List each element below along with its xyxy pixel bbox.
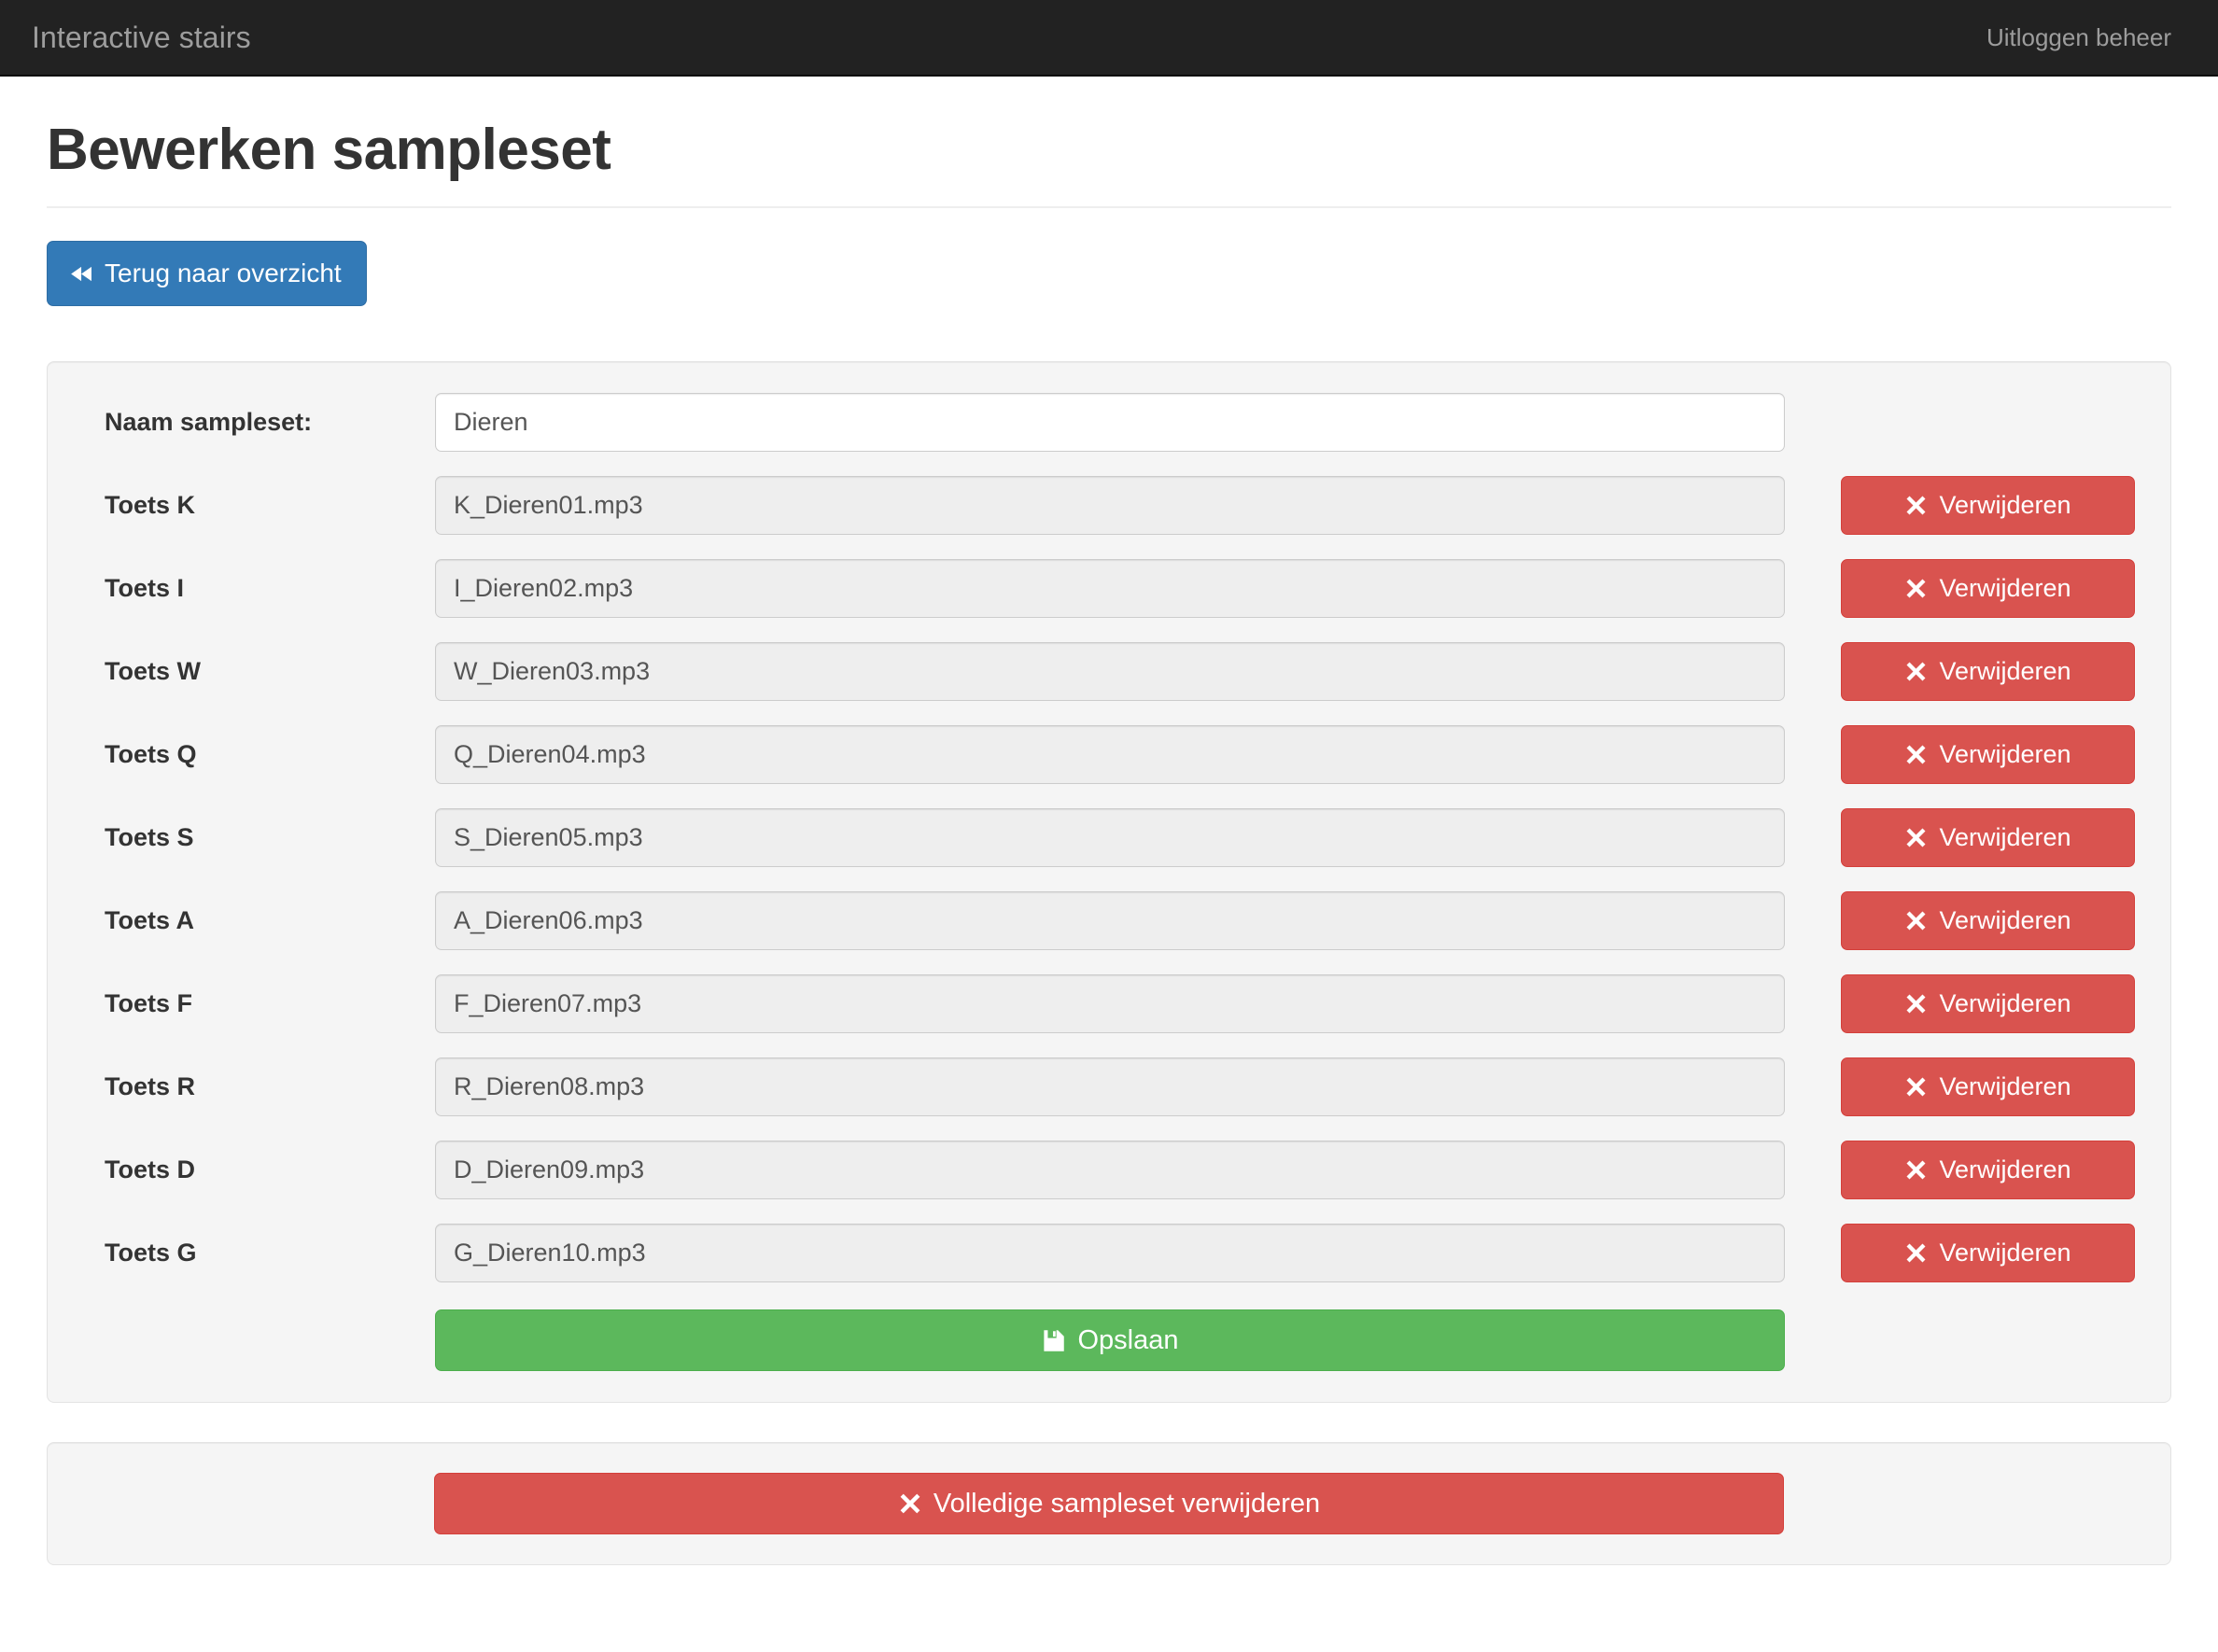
save-button[interactable]: Opslaan [435,1309,1785,1371]
save-row-spacer [80,1309,435,1371]
navbar-brand[interactable]: Interactive stairs [17,22,266,52]
delete-entire-sampleset-button[interactable]: Volledige sampleset verwijderen [434,1473,1784,1534]
main-container: Bewerken sampleset Terug naar overzicht … [0,77,2218,1565]
sample-key-label: Toets K [80,491,435,520]
sample-row: Toets S Verwijderen [80,808,2138,867]
page-title: Bewerken sampleset [47,119,2171,180]
floppy-save-icon [1041,1328,1066,1353]
save-row: Opslaan [80,1309,2138,1371]
back-to-overview-button[interactable]: Terug naar overzicht [47,241,367,306]
times-icon [1904,909,1928,932]
sample-row: Toets K Verwijderen [80,476,2138,535]
sample-key-label: Toets S [80,823,435,852]
times-icon [1904,1075,1928,1099]
times-icon [1904,660,1928,683]
times-icon [1904,743,1928,766]
sample-file-input[interactable] [435,891,1785,950]
delete-entire-sampleset-label: Volledige sampleset verwijderen [934,1491,1320,1518]
delete-all-wrapper: Volledige sampleset verwijderen [80,1473,2138,1534]
sample-key-label: Toets F [80,989,435,1018]
sample-row: Toets W Verwijderen [80,642,2138,701]
delete-sample-label: Verwijderen [1939,742,2071,767]
delete-sample-label: Verwijderen [1939,991,2071,1016]
sample-file-input[interactable] [435,974,1785,1033]
times-icon [1904,1241,1928,1265]
sample-file-input[interactable] [435,476,1785,535]
sample-file-input[interactable] [435,808,1785,867]
sampleset-name-row: Naam sampleset: [80,393,2138,452]
times-icon [1904,577,1928,600]
sample-row: Toets R Verwijderen [80,1057,2138,1116]
times-icon [1904,494,1928,517]
sampleset-name-label: Naam sampleset: [80,408,435,437]
delete-sample-button[interactable]: Verwijderen [1841,808,2135,867]
sample-row: Toets F Verwijderen [80,974,2138,1033]
back-to-overview-label: Terug naar overzicht [105,260,342,287]
delete-sample-button[interactable]: Verwijderen [1841,974,2135,1033]
sample-row: Toets Q Verwijderen [80,725,2138,784]
top-navbar: Interactive stairs Uitloggen beheer [0,0,2218,77]
logout-link[interactable]: Uitloggen beheer [1972,25,2186,49]
sample-row: Toets D Verwijderen [80,1141,2138,1199]
delete-sample-label: Verwijderen [1939,1240,2071,1266]
sampleset-name-input[interactable] [435,393,1785,452]
delete-sample-button[interactable]: Verwijderen [1841,559,2135,618]
sample-file-input[interactable] [435,1141,1785,1199]
times-icon [1904,992,1928,1015]
toolbar: Terug naar overzicht [47,208,2171,306]
save-button-label: Opslaan [1077,1327,1178,1354]
sample-key-label: Toets G [80,1239,435,1267]
times-icon [1904,1158,1928,1182]
delete-sample-button[interactable]: Verwijderen [1841,891,2135,950]
sampleset-edit-panel: Naam sampleset: Toets KVerwijderenToets … [47,361,2171,1403]
delete-sample-button[interactable]: Verwijderen [1841,1224,2135,1282]
sample-key-label: Toets D [80,1155,435,1184]
sample-key-label: Toets W [80,657,435,686]
sample-row: Toets A Verwijderen [80,891,2138,950]
delete-sample-label: Verwijderen [1939,908,2071,933]
sample-file-input[interactable] [435,1224,1785,1282]
sample-row: Toets G Verwijderen [80,1224,2138,1282]
delete-sample-button[interactable]: Verwijderen [1841,642,2135,701]
sample-row: Toets I Verwijderen [80,559,2138,618]
danger-zone-panel: Volledige sampleset verwijderen [47,1442,2171,1565]
delete-sample-label: Verwijderen [1939,825,2071,850]
sample-key-label: Toets R [80,1072,435,1101]
sample-key-label: Toets Q [80,740,435,769]
delete-sample-label: Verwijderen [1939,1157,2071,1183]
sample-rows-host: Toets KVerwijderenToets IVerwijderenToet… [80,476,2138,1282]
sample-file-input[interactable] [435,725,1785,784]
delete-sample-label: Verwijderen [1939,659,2071,684]
times-icon [1904,826,1928,849]
times-icon [898,1491,922,1516]
sample-key-label: Toets I [80,574,435,603]
delete-sample-button[interactable]: Verwijderen [1841,476,2135,535]
delete-sample-button[interactable]: Verwijderen [1841,725,2135,784]
sample-key-label: Toets A [80,906,435,935]
navbar-right-group: Uitloggen beheer [1972,25,2186,49]
delete-sample-label: Verwijderen [1939,493,2071,518]
delete-sample-label: Verwijderen [1939,576,2071,601]
sample-file-input[interactable] [435,642,1785,701]
fast-backward-icon [68,261,93,287]
delete-sample-button[interactable]: Verwijderen [1841,1141,2135,1199]
sample-file-input[interactable] [435,559,1785,618]
delete-sample-button[interactable]: Verwijderen [1841,1057,2135,1116]
sample-file-input[interactable] [435,1057,1785,1116]
delete-sample-label: Verwijderen [1939,1074,2071,1099]
page-header: Bewerken sampleset [47,77,2171,208]
